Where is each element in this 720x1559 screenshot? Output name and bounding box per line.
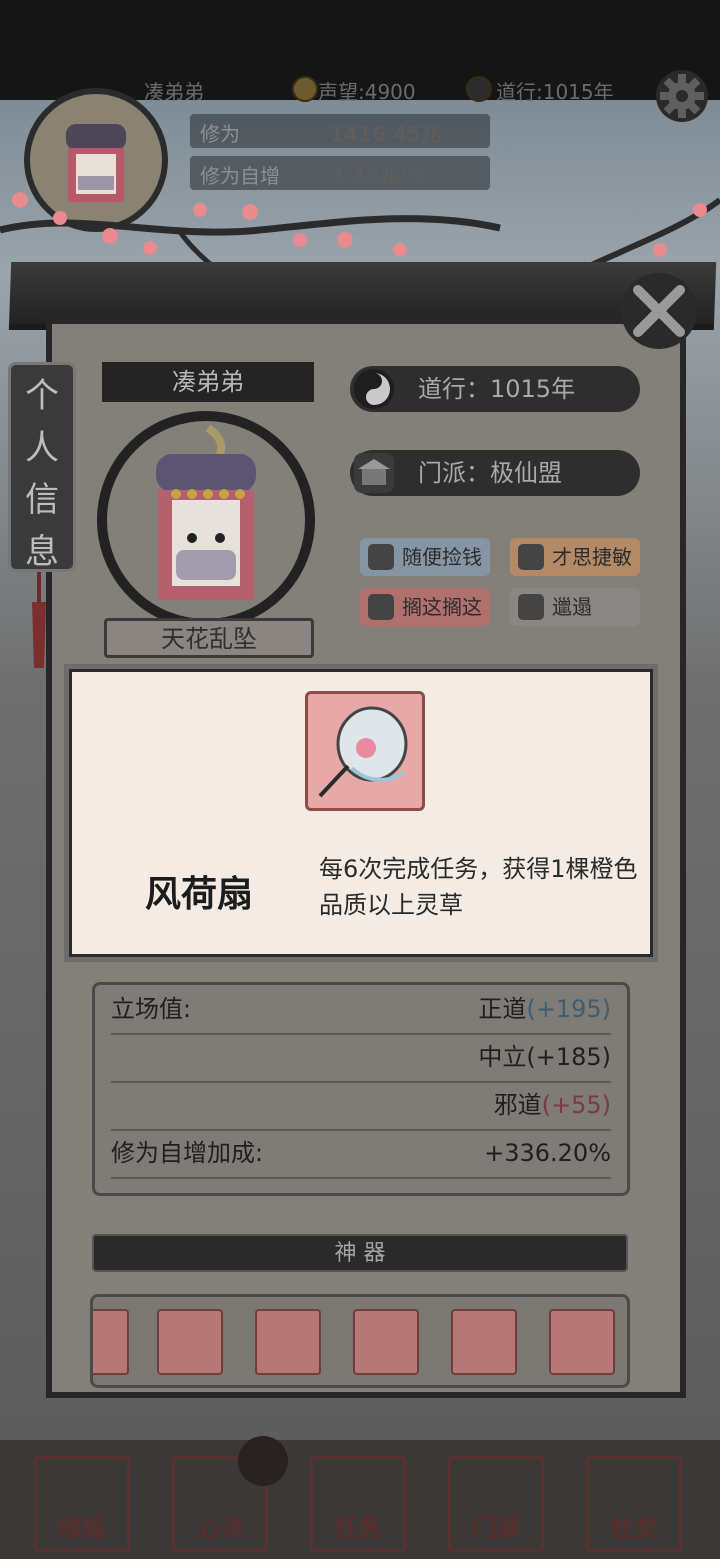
stance-label: 立场值: xyxy=(111,995,192,1023)
nav-tasks[interactable]: 任务 xyxy=(310,1456,406,1552)
bottom-nav: 修炼 心法 任务 门派 社交 xyxy=(0,1440,720,1559)
growth-bonus-row: 修为自增加成: +336.20% xyxy=(111,1129,611,1179)
nav-social[interactable]: 社交 xyxy=(586,1456,682,1552)
artifacts-list[interactable] xyxy=(90,1294,630,1388)
stance-value: (+55) xyxy=(541,1091,611,1119)
umbrella-artifact-icon[interactable] xyxy=(157,1309,223,1375)
stance-row-righteous: 立场值: 正道(+195) xyxy=(111,985,611,1035)
stance-name: 正道 xyxy=(478,995,527,1023)
daoxing-row: 道行：1015年 xyxy=(350,366,640,412)
bonsai-artifact-icon[interactable] xyxy=(451,1309,517,1375)
yin-yang-icon xyxy=(354,369,394,409)
stance-value: (+195) xyxy=(526,995,611,1023)
item-description: 每6次完成任务，获得1棵橙色品质以上灵草 xyxy=(319,855,638,919)
close-icon[interactable] xyxy=(618,270,700,352)
item-name: 风荷扇 xyxy=(145,874,254,915)
growth-bonus-value: +336.20% xyxy=(484,1139,611,1167)
folding-fan-artifact-icon[interactable] xyxy=(255,1309,321,1375)
stance-row-evil: 邪道(+55) xyxy=(111,1081,611,1131)
side-tab-char-4: 息 xyxy=(25,532,59,572)
artifacts-header: 神 器 xyxy=(92,1234,628,1272)
stance-name: 邪道 xyxy=(493,1091,542,1119)
hud-reputation: 声望:4900 xyxy=(318,80,416,104)
stance-name: 中立(+185) xyxy=(478,1043,611,1071)
nav-sect[interactable]: 门派 xyxy=(448,1456,544,1552)
growth-bonus-label: 修为自增加成: xyxy=(111,1139,264,1167)
tassel-decoration xyxy=(32,572,46,668)
trait-tag-1[interactable]: 随便捡钱 xyxy=(360,538,490,576)
scroll-icon xyxy=(518,544,544,570)
side-tab-char-2: 人 xyxy=(25,428,59,468)
artifact-slot[interactable] xyxy=(93,1309,129,1375)
lotus-fan-artifact-icon[interactable] xyxy=(549,1309,615,1375)
reputation-icon xyxy=(292,76,318,102)
trait-tag-4[interactable]: 邋遢 xyxy=(510,588,640,626)
nav-cultivate[interactable]: 修炼 xyxy=(34,1456,130,1552)
daoxing-text: 道行：1015年 xyxy=(418,375,576,403)
yin-yang-icon xyxy=(466,76,492,102)
sect-text: 门派：极仙盟 xyxy=(418,459,562,487)
stats-panel[interactable]: 立场值: 正道(+195) 中立(+185) 邪道(+55) 修为自增加成: +… xyxy=(92,982,630,1196)
fist-icon xyxy=(368,544,394,570)
hud-player-name: 凑弟弟 xyxy=(144,80,204,104)
character-title: 天花乱坠 xyxy=(104,618,314,658)
side-tab-char-3: 信 xyxy=(25,480,59,520)
jade-seal-artifact-icon[interactable] xyxy=(353,1309,419,1375)
cultivation-label: 修为 xyxy=(200,122,240,146)
trait-tag-3[interactable]: 搁这搁这 xyxy=(360,588,490,626)
lotus-fan-icon xyxy=(305,691,425,811)
trait-tag-2[interactable]: 才思捷敏 xyxy=(510,538,640,576)
stance-row-neutral: 中立(+185) xyxy=(111,1033,611,1083)
notification-dot xyxy=(238,1436,288,1486)
sect-building-icon xyxy=(354,453,394,493)
sect-row: 门派：极仙盟 xyxy=(350,450,640,496)
bag-icon xyxy=(368,594,394,620)
item-tooltip-popup: 风荷扇 每6次完成任务，获得1棵橙色品质以上灵草 xyxy=(64,664,658,962)
side-tab-char-1: 个 xyxy=(25,376,59,416)
scroll-icon xyxy=(518,594,544,620)
gear-icon[interactable] xyxy=(654,68,710,124)
hud-daoxing: 道行:1015年 xyxy=(496,80,614,104)
cultivation-value: 1416.45兆 xyxy=(330,122,442,146)
tab-personal-info[interactable]: 个 人 信 息 xyxy=(8,362,76,572)
character-portrait[interactable] xyxy=(96,410,316,630)
character-name: 凑弟弟 xyxy=(102,362,314,402)
